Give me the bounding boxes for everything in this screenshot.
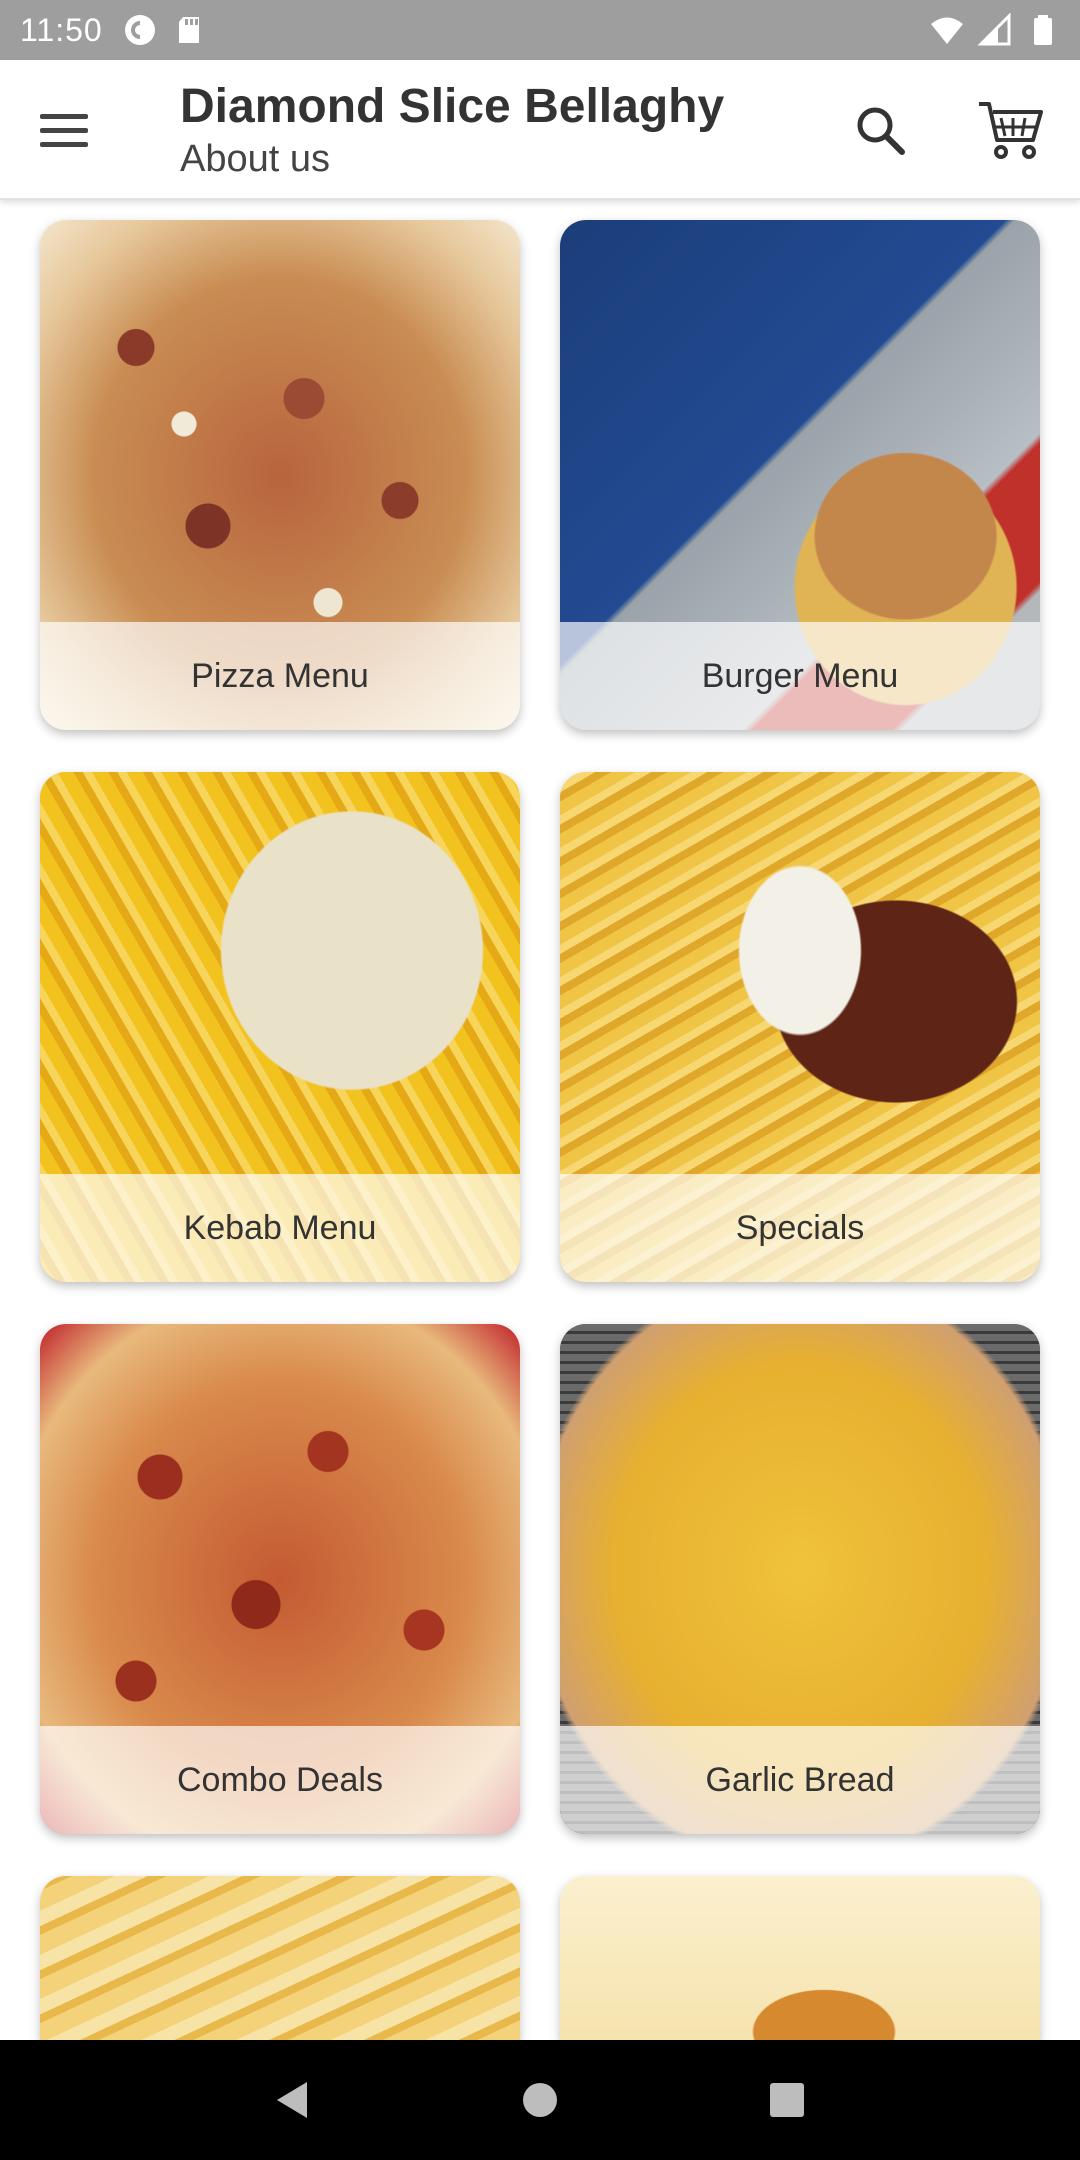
sd-card-icon bbox=[178, 17, 199, 43]
battery-icon bbox=[1034, 15, 1052, 45]
shopping-cart-icon[interactable] bbox=[975, 96, 1047, 164]
category-label: Garlic Bread bbox=[560, 1726, 1040, 1834]
food-box-image bbox=[560, 1876, 1040, 2040]
category-card-pizza-menu[interactable]: Pizza Menu bbox=[40, 220, 520, 730]
category-label: Pizza Menu bbox=[40, 622, 520, 730]
category-card-burger-menu[interactable]: Burger Menu bbox=[560, 220, 1040, 730]
recents-square-icon[interactable] bbox=[757, 2070, 817, 2130]
pocket-casts-icon bbox=[124, 15, 155, 45]
category-card-kebab-menu[interactable]: Kebab Menu bbox=[40, 772, 520, 1282]
hamburger-menu-icon[interactable] bbox=[40, 104, 100, 156]
category-label: Kebab Menu bbox=[40, 1174, 520, 1282]
status-time: 11:50 bbox=[20, 11, 103, 48]
chips-image bbox=[40, 1876, 520, 2040]
category-card-garlic-bread[interactable]: Garlic Bread bbox=[560, 1324, 1040, 1834]
category-label: Burger Menu bbox=[560, 622, 1040, 730]
category-card-partial[interactable] bbox=[40, 1876, 520, 2040]
page-title: Diamond Slice Bellaghy bbox=[180, 80, 725, 133]
status-left-icons bbox=[123, 13, 207, 47]
app-bar: Diamond Slice Bellaghy About us bbox=[0, 60, 1080, 200]
category-label: Combo Deals bbox=[40, 1726, 520, 1834]
category-label: Specials bbox=[560, 1174, 1040, 1282]
cell-signal-icon bbox=[978, 13, 1011, 46]
search-icon[interactable] bbox=[850, 100, 910, 160]
status-right-icons bbox=[930, 13, 1060, 47]
wifi-icon bbox=[931, 17, 963, 44]
page-subtitle[interactable]: About us bbox=[180, 138, 740, 181]
back-triangle-icon[interactable] bbox=[263, 2070, 323, 2130]
system-nav-bar bbox=[0, 2040, 1080, 2160]
category-card-specials[interactable]: Specials bbox=[560, 772, 1040, 1282]
app-bar-titles: Diamond Slice Bellaghy About us bbox=[180, 78, 740, 181]
status-bar: 11:50 bbox=[0, 0, 1080, 60]
category-card-partial[interactable] bbox=[560, 1876, 1040, 2040]
home-circle-icon[interactable] bbox=[510, 2070, 570, 2130]
category-card-combo-deals[interactable]: Combo Deals bbox=[40, 1324, 520, 1834]
